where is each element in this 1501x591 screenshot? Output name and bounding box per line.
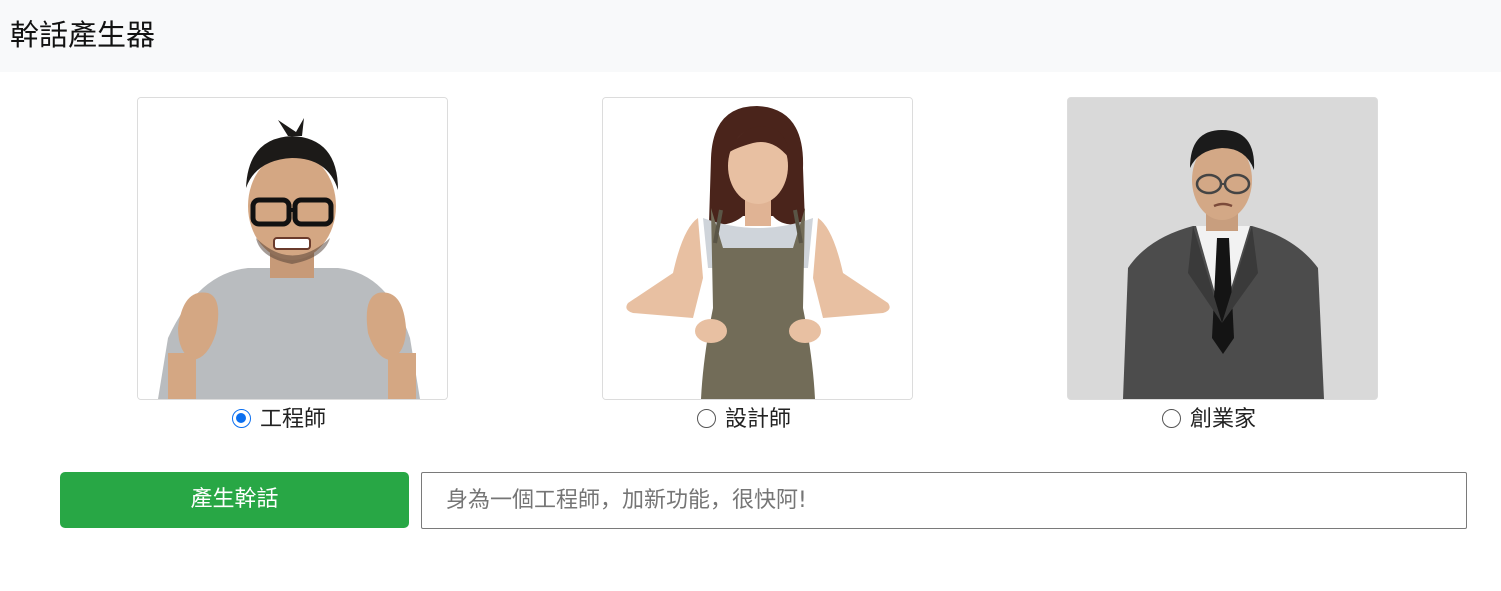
designer-label[interactable]: 設計師 — [725, 404, 791, 436]
designer-photo — [603, 98, 912, 399]
engineer-label[interactable]: 工程師 — [260, 404, 326, 436]
engineer-radio[interactable] — [232, 408, 251, 428]
engineer-photo — [138, 98, 447, 399]
entrepreneur-label[interactable]: 創業家 — [1190, 404, 1256, 436]
designer-radio[interactable] — [697, 408, 716, 428]
designer-image-card[interactable] — [602, 97, 913, 400]
page-title[interactable]: 幹話產生器 — [10, 15, 155, 55]
role-option-designer[interactable]: 設計師 — [697, 404, 791, 436]
role-option-entrepreneur[interactable]: 創業家 — [1162, 404, 1256, 436]
navbar: 幹話產生器 — [0, 0, 1501, 72]
entrepreneur-photo — [1068, 98, 1377, 399]
engineer-image-card[interactable] — [137, 97, 448, 400]
entrepreneur-image-card[interactable] — [1067, 97, 1378, 400]
role-option-engineer[interactable]: 工程師 — [232, 404, 326, 436]
result-field[interactable] — [421, 472, 1467, 529]
entrepreneur-radio[interactable] — [1162, 408, 1181, 428]
generate-button[interactable]: 產生幹話 — [60, 472, 409, 528]
